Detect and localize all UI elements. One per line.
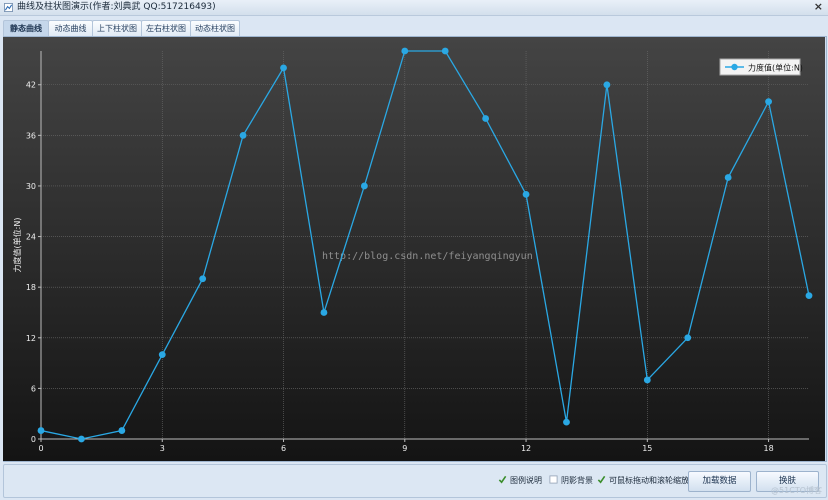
y-tick-label: 18 <box>26 283 36 292</box>
load-data-button[interactable]: 加载数据 <box>688 471 751 492</box>
data-point <box>603 81 611 89</box>
legend-checkbox[interactable]: 图例说明 <box>498 475 542 487</box>
data-point <box>239 131 247 139</box>
data-point <box>643 376 651 384</box>
zoom-checkbox[interactable]: 可鼠标拖动和滚轮缩放 <box>597 475 689 487</box>
app-icon <box>4 3 13 12</box>
legend-checkbox-label: 图例说明 <box>510 476 542 485</box>
data-point <box>158 351 166 359</box>
y-tick-label: 24 <box>26 233 36 242</box>
tab-dynamic-curve[interactable]: 动态曲线 <box>48 20 93 36</box>
data-point <box>78 435 85 443</box>
shadow-checkbox[interactable]: 阴影背景 <box>549 475 593 487</box>
x-tick-label: 18 <box>763 444 773 453</box>
x-tick-label: 0 <box>38 444 43 453</box>
y-tick-label: 30 <box>26 182 36 191</box>
data-point <box>765 98 772 106</box>
data-point <box>441 47 449 55</box>
tab-vertical-bar[interactable]: 上下柱状图 <box>92 20 142 36</box>
checkmark-icon <box>498 475 507 484</box>
legend-marker <box>731 63 738 71</box>
data-point <box>320 309 328 316</box>
data-point <box>118 427 126 434</box>
data-point <box>360 182 368 190</box>
y-tick-label: 0 <box>31 435 36 444</box>
data-point <box>401 47 409 55</box>
x-tick-label: 15 <box>642 444 652 453</box>
y-tick-label: 36 <box>26 131 36 140</box>
y-tick-label: 42 <box>26 81 36 90</box>
title-bar: 曲线及柱状图演示(作者:刘典武 QQ:517216493) × <box>0 0 828 16</box>
zoom-checkbox-label: 可鼠标拖动和滚轮缩放 <box>609 476 689 485</box>
checkbox-empty-icon <box>549 475 558 484</box>
legend-label: 力度值(单位:N) <box>748 63 803 73</box>
window-title: 曲线及柱状图演示(作者:刘典武 QQ:517216493) <box>17 2 216 12</box>
checkmark-icon <box>597 475 606 484</box>
plot-background <box>3 37 825 461</box>
data-point <box>805 292 813 300</box>
data-point <box>724 174 732 181</box>
line-chart[interactable]: 061218243036420 3 6 9 12 15 18 http://blog.csd… <box>3 37 825 461</box>
data-point <box>199 275 207 283</box>
x-tick-label: 6 <box>281 444 286 453</box>
data-point <box>684 334 692 342</box>
data-point <box>563 418 570 426</box>
tab-static-curve[interactable]: 静态曲线 <box>3 20 49 36</box>
y-tick-label: 12 <box>26 334 36 343</box>
data-point <box>37 427 45 434</box>
data-point <box>482 115 490 122</box>
data-point <box>522 190 530 198</box>
x-tick-label: 9 <box>402 444 407 453</box>
y-tick-label: 6 <box>31 384 36 393</box>
x-tick-label: 12 <box>521 444 531 453</box>
chart-watermark: http://blog.csdn.net/feiyangqingyun <box>322 251 533 262</box>
data-point <box>280 64 287 72</box>
y-axis-label: 力度值(单位:N) <box>12 218 22 273</box>
bottom-toolbar: 图例说明 阴影背景 可鼠标拖动和滚轮缩放 加载数据 换肤 <box>3 464 827 498</box>
corner-watermark: @51CTO博客 <box>771 486 822 495</box>
close-button[interactable]: × <box>814 0 823 14</box>
x-tick-label: 3 <box>160 444 165 453</box>
tab-horizontal-bar[interactable]: 左右柱状图 <box>141 20 191 36</box>
legend[interactable]: 力度值(单位:N) <box>719 58 803 76</box>
tab-dynamic-bar[interactable]: 动态柱状图 <box>190 20 240 36</box>
shadow-checkbox-label: 阴影背景 <box>561 476 593 485</box>
